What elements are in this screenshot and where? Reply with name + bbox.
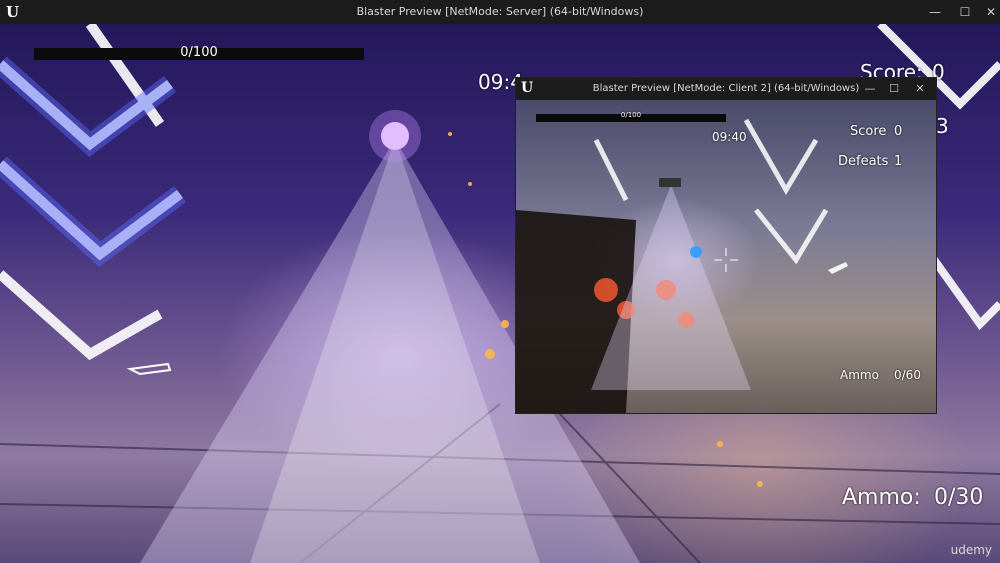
server-window-titlebar: U Blaster Preview [NetMode: Server] (64-… (0, 0, 1000, 24)
client-window[interactable]: U Blaster Preview [NetMode: Client 2] (6… (515, 77, 937, 414)
client-score-label: Score (850, 124, 887, 139)
client-maximize-button[interactable]: ☐ (880, 78, 908, 100)
rifle-pickup-icon (828, 262, 848, 274)
client-match-timer: 09:40 (712, 130, 747, 144)
crosshair-icon (714, 248, 738, 272)
minimize-button[interactable]: — (918, 0, 952, 24)
client-window-titlebar: U Blaster Preview [NetMode: Client 2] (6… (516, 78, 936, 100)
client-defeats-label: Defeats (838, 154, 889, 169)
client-game-viewport[interactable]: 0/100 09:40 Score 0 Defeats 1 Ammo 0/60 (516, 100, 936, 413)
ammo-value: 0/30 (934, 485, 984, 510)
client-close-button[interactable]: ✕ (906, 78, 934, 100)
ammo-label: Ammo: (842, 485, 921, 510)
client-ammo-value: 0/60 (894, 368, 921, 382)
rifle-pickup-icon (126, 362, 172, 376)
client-scene-graphics (516, 118, 848, 413)
close-button[interactable]: ✕ (974, 0, 1000, 24)
health-text: 0/100 (180, 45, 218, 60)
client-score-value: 0 (894, 124, 903, 139)
defeats-value-partial: 3 (936, 114, 949, 138)
udemy-watermark: udemy (950, 543, 992, 557)
server-window-title: Blaster Preview [NetMode: Server] (64-bi… (356, 5, 644, 18)
client-health-text: 0/100 (620, 111, 642, 119)
client-ammo-label: Ammo (840, 368, 879, 382)
client-defeats-value: 1 (894, 154, 903, 169)
